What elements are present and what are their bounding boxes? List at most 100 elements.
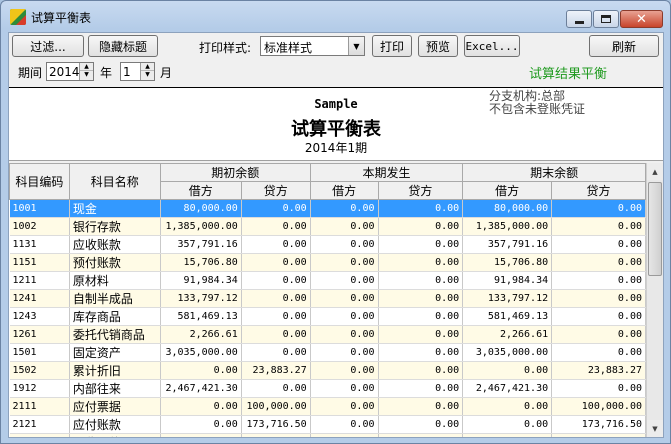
table-row[interactable]: 2111 应付票据 0.00 100,000.00 0.00 0.00 0.00 100,00… [9, 397, 646, 416]
cell-current-credit: 0.00 [378, 379, 464, 398]
header-current: 本期发生 [309, 163, 464, 182]
header-opening-credit[interactable]: 贷方 [240, 181, 311, 200]
cell-current-debit: 0.00 [310, 343, 379, 362]
header-code[interactable]: 科目编码 [9, 163, 70, 200]
title-bar[interactable]: 试算平衡表 ✕ [1, 1, 670, 31]
table-row[interactable]: 1241 自制半成品 133,797.12 0.00 0.00 0.00 133,797.1… [9, 289, 646, 308]
preview-button[interactable]: 预览 [418, 35, 458, 57]
spin-up-icon[interactable]: ▲ [141, 63, 154, 71]
cell-opening-credit: 0.00 [241, 307, 311, 326]
cell-opening-credit: 173,716.50 [241, 415, 311, 434]
year-spinner[interactable]: 2014 ▲ ▼ [46, 62, 94, 81]
cell-closing-debit: 581,469.13 [462, 307, 553, 326]
cell-current-credit: 0.00 [378, 325, 464, 344]
maximize-icon [601, 15, 611, 23]
table-row[interactable]: 2131预收账款0.0017,550.000.000.000.0017,550.… [9, 433, 646, 437]
spin-down-icon[interactable]: ▼ [80, 71, 93, 79]
spin-up-icon[interactable]: ▲ [80, 63, 93, 71]
cell-opening-debit: 3,035,000.00 [160, 343, 242, 362]
cell-current-credit: 0.00 [378, 199, 464, 218]
header-current-credit[interactable]: 贷方 [377, 181, 464, 200]
minimize-button[interactable] [566, 10, 592, 28]
table-row[interactable]: 1211 原材料 91,984.34 0.00 0.00 0.00 91,984.34 0.0… [9, 271, 646, 290]
cell-name: 委托代销商品 [69, 325, 161, 344]
header-current-debit[interactable]: 借方 [309, 181, 379, 200]
cell-code: 1243 [9, 307, 70, 326]
hide-title-button[interactable]: 隐藏标题 [88, 35, 158, 57]
cell-current-debit: 0.00 [310, 433, 379, 437]
table-row[interactable]: 1502 累计折旧 0.00 23,883.27 0.00 0.00 0.00 23,883.… [9, 361, 646, 380]
cell-closing-credit: 0.00 [551, 343, 646, 362]
cell-name: 内部往来 [69, 379, 161, 398]
filter-button[interactable]: 过滤... [12, 35, 84, 57]
cell-opening-debit: 91,984.34 [160, 271, 242, 290]
cell-closing-debit: 2,467,421.30 [462, 379, 553, 398]
cell-name: 现金 [69, 199, 161, 218]
month-value: 1 [123, 65, 131, 79]
table-row[interactable]: 1002 银行存款 1,385,000.00 0.00 0.00 0.00 1,385,00… [9, 217, 646, 236]
year-value: 2014 [49, 65, 80, 79]
cell-closing-debit: 80,000.00 [462, 199, 553, 218]
trial-balance-grid[interactable]: 科目编码 科目名称 期初余额 本期发生 期末余额 借方 贷方 借方 贷方 借方 … [9, 163, 646, 437]
header-closing-debit[interactable]: 借方 [462, 181, 553, 200]
cell-code: 2121 [9, 415, 70, 434]
header-name[interactable]: 科目名称 [68, 163, 161, 200]
cell-name: 累计折旧 [69, 361, 161, 380]
month-spinner[interactable]: 1 ▲ ▼ [120, 62, 155, 81]
scroll-up-icon[interactable]: ▲ [647, 163, 663, 180]
print-style-select[interactable]: 标准样式 ▼ [260, 36, 365, 56]
maximize-button[interactable] [593, 10, 619, 28]
client-area: 过滤... 隐藏标题 打印样式: 标准样式 ▼ 打印 预览 Excel... 刷… [8, 32, 664, 438]
cell-closing-debit: 1,385,000.00 [462, 217, 553, 236]
cell-opening-debit: 0.00 [160, 415, 242, 434]
scroll-thumb[interactable] [648, 182, 662, 276]
cell-code: 1002 [9, 217, 70, 236]
cell-closing-credit: 173,716.50 [551, 415, 646, 434]
spin-down-icon[interactable]: ▼ [141, 71, 154, 79]
cell-closing-credit: 100,000.00 [551, 397, 646, 416]
close-button[interactable]: ✕ [620, 10, 663, 28]
cell-closing-debit: 2,266.61 [462, 325, 553, 344]
cell-current-credit: 0.00 [378, 307, 464, 326]
app-window: 试算平衡表 ✕ 过滤... 隐藏标题 打印样式: 标准样式 ▼ 打印 预览 Ex… [0, 0, 671, 444]
cell-opening-debit: 2,266.61 [160, 325, 242, 344]
header-closing-credit[interactable]: 贷方 [551, 181, 646, 200]
table-row[interactable]: 1261 委托代销商品 2,266.61 0.00 0.00 0.00 2,266.61 0.… [9, 325, 646, 344]
cell-opening-credit: 100,000.00 [241, 397, 311, 416]
table-row[interactable]: 1151 预付账款 15,706.80 0.00 0.00 0.00 15,706.80 0.… [9, 253, 646, 272]
cell-current-credit: 0.00 [378, 217, 464, 236]
cell-closing-debit: 3,035,000.00 [462, 343, 553, 362]
report-title: 试算平衡表 [291, 119, 381, 140]
cell-closing-credit: 0.00 [551, 199, 646, 218]
cell-opening-credit: 0.00 [241, 253, 311, 272]
cell-name: 自制半成品 [69, 289, 161, 308]
table-row[interactable]: 1243 库存商品 581,469.13 0.00 0.00 0.00 581,469.13… [9, 307, 646, 326]
chevron-down-icon[interactable]: ▼ [348, 37, 364, 55]
cell-name: 固定资产 [69, 343, 161, 362]
cell-current-credit: 0.00 [378, 397, 464, 416]
print-button[interactable]: 打印 [372, 35, 412, 57]
vertical-scrollbar[interactable]: ▲ ▼ [646, 163, 663, 437]
cell-opening-credit: 0.00 [241, 343, 311, 362]
cell-current-credit: 0.00 [378, 271, 464, 290]
cell-opening-debit: 0.00 [160, 397, 242, 416]
cell-opening-credit: 0.00 [241, 325, 311, 344]
cell-name: 原材料 [69, 271, 161, 290]
table-row[interactable]: 1912 内部往来 2,467,421.30 0.00 0.00 0.00 2,467,42… [9, 379, 646, 398]
excel-export-button[interactable]: Excel... [464, 35, 520, 57]
cell-code: 1211 [9, 271, 70, 290]
cell-opening-credit: 17,550.00 [241, 433, 311, 437]
cell-opening-credit: 0.00 [241, 235, 311, 254]
app-icon [10, 9, 26, 25]
cell-current-credit: 0.00 [378, 253, 464, 272]
scroll-down-icon[interactable]: ▼ [647, 420, 663, 437]
table-row[interactable]: 1131 应收账款 357,791.16 0.00 0.00 0.00 357,791.16… [9, 235, 646, 254]
header-opening-debit[interactable]: 借方 [159, 181, 242, 200]
cell-closing-debit: 0.00 [462, 361, 553, 380]
cell-closing-debit: 133,797.12 [462, 289, 553, 308]
table-row[interactable]: 1501 固定资产 3,035,000.00 0.00 0.00 0.00 3,035,00… [9, 343, 646, 362]
month-unit-label: 月 [160, 66, 173, 80]
refresh-button[interactable]: 刷新 [589, 35, 659, 57]
table-row[interactable]: 2121 应付账款 0.00 173,716.50 0.00 0.00 0.00 173,71… [9, 415, 646, 434]
table-row[interactable]: 1001 现金 80,000.00 0.00 0.00 0.00 80,000.00 0.00 [9, 199, 646, 218]
